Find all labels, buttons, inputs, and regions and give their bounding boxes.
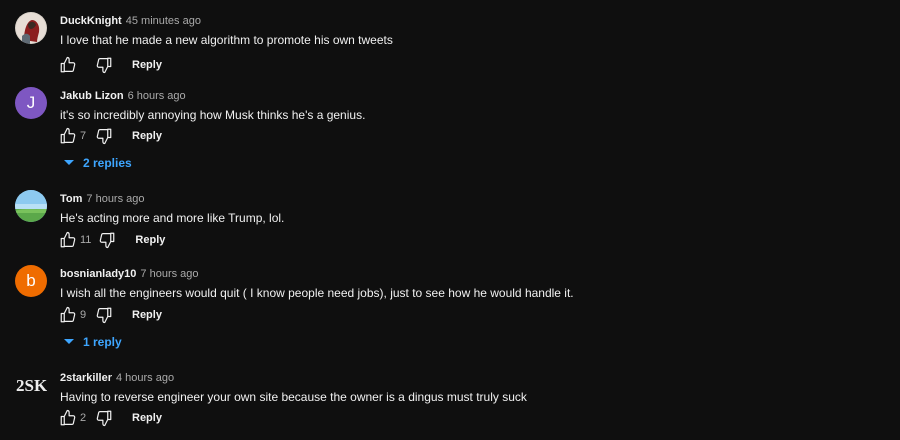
comment-header: Tom 7 hours ago — [60, 190, 145, 206]
like-count: 11 — [80, 234, 92, 246]
dislike-button[interactable] — [94, 126, 114, 146]
comment-text: I love that he made a new algorithm to p… — [60, 33, 393, 47]
comment-header: Jakub Lizon 6 hours ago — [60, 87, 186, 103]
like-button[interactable] — [58, 230, 78, 250]
thumbs-down-icon — [96, 410, 112, 427]
dislike-button[interactable] — [94, 55, 114, 75]
author-name[interactable]: Jakub Lizon — [60, 90, 124, 102]
comment-time[interactable]: 6 hours ago — [128, 90, 186, 102]
replies-count: 1 reply — [83, 335, 122, 349]
avatar[interactable] — [15, 12, 47, 44]
comment-time[interactable]: 45 minutes ago — [126, 15, 201, 27]
comment-time[interactable]: 4 hours ago — [116, 372, 174, 384]
comment-actions: 2 Reply — [58, 406, 162, 430]
like-count: 9 — [80, 309, 87, 321]
author-name[interactable]: bosnianlady10 — [60, 268, 136, 280]
comment-header: bosnianlady10 7 hours ago — [60, 265, 199, 281]
reply-button[interactable]: Reply — [132, 59, 162, 71]
avatar[interactable]: 2SK — [15, 369, 47, 401]
avatar-letter: b — [26, 271, 36, 290]
avatar[interactable]: J — [15, 87, 47, 119]
avatar-image — [15, 12, 47, 44]
author-name[interactable]: DuckKnight — [60, 15, 122, 27]
thumbs-up-icon — [60, 409, 76, 426]
comment-text: He's acting more and more like Trump, lo… — [60, 211, 285, 225]
comment-text: Having to reverse engineer your own site… — [60, 390, 527, 404]
thumbs-down-icon — [96, 57, 112, 74]
avatar-image: 2SK — [15, 369, 47, 401]
reply-button[interactable]: Reply — [132, 130, 162, 142]
comment-actions: 11 Reply — [58, 228, 165, 252]
avatar[interactable]: b — [15, 265, 47, 297]
view-replies-button[interactable]: 1 reply — [63, 335, 122, 349]
avatar-image — [15, 190, 47, 222]
thumbs-down-icon — [96, 128, 112, 145]
like-count: 7 — [80, 130, 87, 142]
caret-down-icon — [64, 160, 74, 165]
thumbs-up-icon — [60, 56, 76, 73]
comment-actions: 9 Reply — [58, 303, 162, 327]
comment-text: I wish all the engineers would quit ( I … — [60, 286, 574, 300]
like-button[interactable] — [58, 305, 78, 325]
thumbs-up-icon — [60, 127, 76, 144]
comment-time[interactable]: 7 hours ago — [86, 193, 144, 205]
view-replies-button[interactable]: 2 replies — [63, 156, 132, 170]
dislike-button[interactable] — [94, 305, 114, 325]
avatar-letter: J — [26, 93, 36, 112]
caret-down-icon — [64, 339, 74, 344]
logo-text: 2SK — [16, 376, 47, 395]
like-button[interactable] — [58, 126, 78, 146]
reply-button[interactable]: Reply — [132, 309, 162, 321]
comment-text: it's so incredibly annoying how Musk thi… — [60, 108, 366, 122]
like-button[interactable] — [58, 408, 78, 428]
dislike-button[interactable] — [97, 230, 117, 250]
author-name[interactable]: Tom — [60, 193, 82, 205]
thumbs-down-icon — [100, 232, 115, 249]
reply-button[interactable]: Reply — [132, 412, 162, 424]
comment-header: DuckKnight 45 minutes ago — [60, 12, 201, 28]
author-name[interactable]: 2starkiller — [60, 372, 112, 384]
comment-actions: 7 Reply — [58, 124, 162, 148]
thumbs-down-icon — [96, 307, 112, 324]
comment-actions: Reply — [58, 53, 162, 77]
dislike-button[interactable] — [94, 408, 114, 428]
replies-count: 2 replies — [83, 156, 132, 170]
like-count: 2 — [80, 412, 87, 424]
like-button[interactable] — [58, 55, 78, 75]
reply-button[interactable]: Reply — [135, 234, 165, 246]
comment-header: 2starkiller 4 hours ago — [60, 369, 174, 385]
avatar[interactable] — [15, 190, 47, 222]
thumbs-up-icon — [60, 306, 76, 323]
comment-time[interactable]: 7 hours ago — [140, 268, 198, 280]
thumbs-up-icon — [60, 231, 76, 248]
comments-section: DuckKnight 45 minutes ago I love that he … — [0, 0, 900, 440]
